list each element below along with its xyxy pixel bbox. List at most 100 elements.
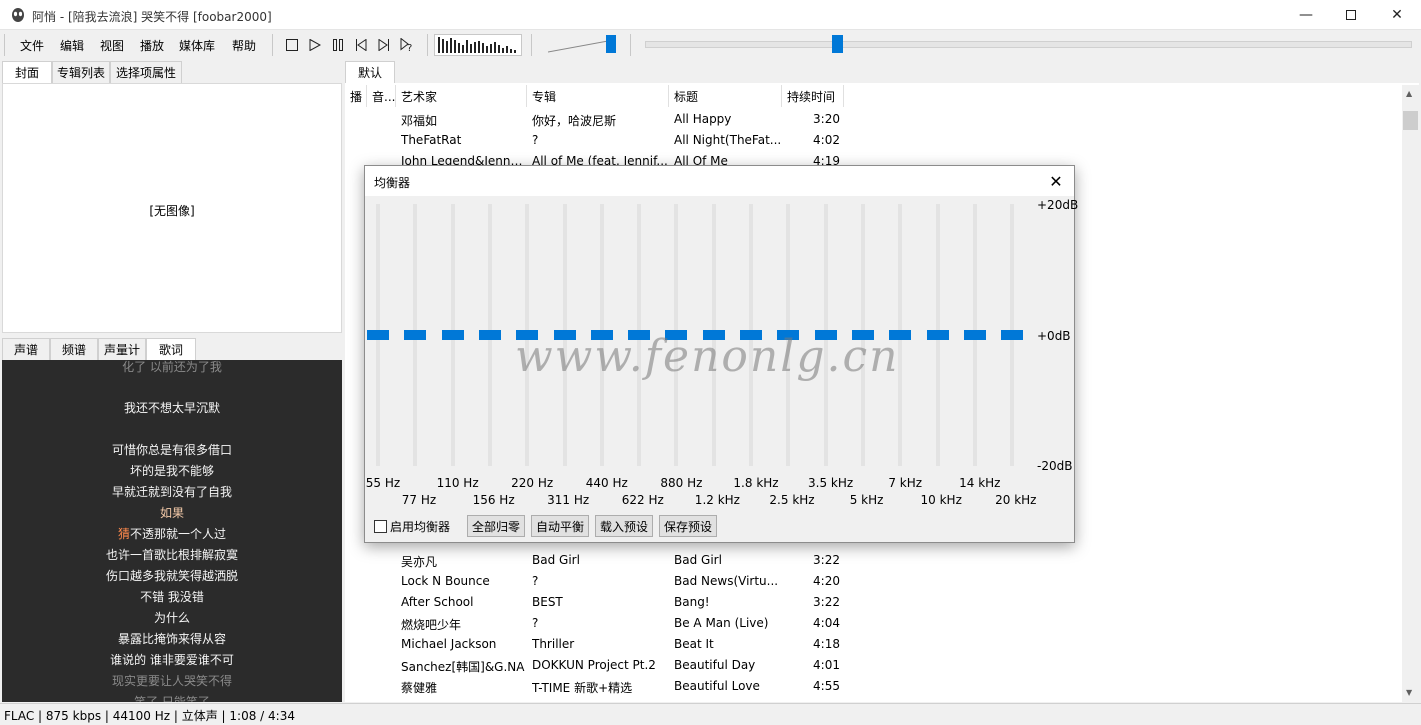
playlist-row[interactable]: 蔡健雅 T-TIME 新歌+精选 Beautiful Love 4:55 <box>345 676 1400 697</box>
menu-playback[interactable]: 播放 <box>140 37 164 54</box>
eq-band-slider[interactable] <box>963 204 986 466</box>
column-header-title[interactable]: 标题 <box>669 85 782 107</box>
tab-selection-properties[interactable]: 选择项属性 <box>110 61 182 83</box>
checkbox-box[interactable] <box>374 520 387 533</box>
visualizer-bar <box>502 48 504 53</box>
playlist-row[interactable]: Sanchez[韩国]&G.NA DOKKUN Project Pt.2 Beaut… <box>345 655 1400 676</box>
eq-slider-knob[interactable] <box>1001 330 1024 340</box>
previous-button[interactable] <box>352 36 370 54</box>
eq-band-slider[interactable] <box>1001 204 1024 466</box>
random-button[interactable]: ? <box>398 36 416 54</box>
eq-band-slider[interactable] <box>441 204 464 466</box>
column-header-playing[interactable]: 播 <box>345 85 367 107</box>
seek-bar[interactable] <box>645 41 1412 48</box>
playlist-scrollbar[interactable]: ▲ ▼ <box>1402 85 1419 702</box>
minimize-button[interactable]: — <box>1283 0 1329 30</box>
pause-button[interactable] <box>329 36 347 54</box>
eq-band-slider[interactable] <box>478 204 501 466</box>
watermark: www.fenonlg.cn <box>515 331 900 382</box>
eq-band-slider[interactable] <box>404 204 427 466</box>
playlist-row[interactable]: Lock N Bounce? Bad News(Virtu... 4:20 <box>345 571 1400 592</box>
column-header-track[interactable]: 音... <box>367 85 396 107</box>
cell-duration: 4:55 <box>813 679 840 693</box>
eq-band-slider[interactable] <box>926 204 949 466</box>
maximize-button[interactable] <box>1328 0 1374 30</box>
cell-album: ? <box>532 133 539 147</box>
eq-frequency-label: 77 Hz <box>401 493 437 507</box>
visualizer-bar <box>478 41 480 53</box>
cell-title: All Night(TheFat... <box>674 133 782 147</box>
tab-spectrogram[interactable]: 声谱 <box>2 338 50 360</box>
cell-title: Be A Man (Live) <box>674 616 769 630</box>
eq-slider-knob[interactable] <box>926 330 949 340</box>
auto-level-button[interactable]: 自动平衡 <box>531 515 590 537</box>
cell-album: ? <box>532 574 539 588</box>
foobar-app-icon <box>12 8 24 22</box>
column-header-duration[interactable]: 持续时间 <box>782 85 844 107</box>
playlist-row[interactable]: 吴亦凡 Bad Girl Bad Girl 3:22 <box>345 550 1400 571</box>
playlist-row[interactable]: 邓福如 你好，哈波尼斯 All Happy 3:20 <box>345 109 1400 130</box>
tab-spectrum[interactable]: 频谱 <box>50 338 98 360</box>
lyric-current-sung-part: 猜 <box>117 527 130 541</box>
lyric-line: 为什么 <box>153 611 190 625</box>
next-button[interactable] <box>375 36 393 54</box>
enable-equalizer-checkbox[interactable]: 启用均衡器 <box>374 518 450 535</box>
cell-title: Beautiful Day <box>674 658 756 672</box>
tab-album-list[interactable]: 专辑列表 <box>52 61 110 83</box>
play-button[interactable] <box>306 36 324 54</box>
db-max-label: +20dB <box>1037 198 1079 212</box>
tab-lyrics[interactable]: 歌词 <box>146 338 196 360</box>
cell-artist: Michael Jackson <box>401 637 497 651</box>
lyrics-panel[interactable]: 化了 以前还为了我 我还不想太早沉默 可惜你总是有很多借口 坏的是我不能够 早就… <box>2 360 342 702</box>
tab-cover[interactable]: 封面 <box>2 61 52 83</box>
close-button[interactable]: ✕ <box>1374 0 1420 30</box>
eq-slider-knob[interactable] <box>367 330 389 340</box>
playlist-row[interactable]: Michael Jackson Thriller Beat It 4:18 <box>345 634 1400 655</box>
volume-slider-thumb[interactable] <box>606 35 616 53</box>
menu-edit[interactable]: 编辑 <box>60 37 84 54</box>
save-preset-button[interactable]: 保存预设 <box>659 515 718 537</box>
eq-slider-knob[interactable] <box>441 330 464 340</box>
tab-playlist-default[interactable]: 默认 <box>345 61 395 83</box>
cell-album: Bad Girl <box>532 553 580 567</box>
seek-bar-thumb[interactable] <box>832 35 843 53</box>
playlist-row[interactable]: After School BEST Bang! 3:22 <box>345 592 1400 613</box>
lyric-line: 化了 以前还为了我 <box>122 360 222 374</box>
eq-slider-knob[interactable] <box>404 330 427 340</box>
eq-band-slider[interactable] <box>367 204 389 466</box>
menu-help[interactable]: 帮助 <box>232 37 256 54</box>
menu-file[interactable]: 文件 <box>20 37 44 54</box>
toolbar-separator <box>272 34 273 56</box>
playlist-row[interactable]: TheFatRat? All Night(TheFat... 4:02 <box>345 130 1400 151</box>
column-header-album[interactable]: 专辑 <box>527 85 669 107</box>
no-image-placeholder: [无图像] <box>149 204 195 218</box>
close-icon: ✕ <box>1391 7 1403 23</box>
equalizer-title-bar <box>365 166 1074 196</box>
menu-library[interactable]: 媒体库 <box>179 37 215 54</box>
cell-album: Thriller <box>532 637 575 651</box>
cell-artist: After School <box>401 595 474 609</box>
menu-view[interactable]: 视图 <box>100 37 124 54</box>
eq-slider-knob[interactable] <box>963 330 986 340</box>
cell-artist: TheFatRat <box>401 133 462 147</box>
scrollbar-thumb[interactable] <box>1403 111 1418 130</box>
scroll-down-icon[interactable]: ▼ <box>1406 688 1412 697</box>
column-header-artist[interactable]: 艺术家 <box>396 85 527 107</box>
cell-duration: 4:01 <box>813 658 840 672</box>
load-preset-button[interactable]: 载入预设 <box>595 515 654 537</box>
equalizer-close-button[interactable]: ✕ <box>1045 170 1067 192</box>
toolbar-separator <box>427 34 428 56</box>
playlist-row[interactable]: 燃烧吧少年? Be A Man (Live) 4:04 <box>345 613 1400 634</box>
eq-slider-knob[interactable] <box>478 330 501 340</box>
volume-slider-track[interactable] <box>548 37 608 53</box>
status-text: FLAC | 875 kbps | 44100 Hz | 立体声 | 1:08 … <box>4 709 295 723</box>
reset-all-button[interactable]: 全部归零 <box>467 515 526 537</box>
eq-frequency-label: 14 kHz <box>959 476 1001 490</box>
enable-equalizer-label: 启用均衡器 <box>390 520 451 534</box>
eq-frequency-label: 311 Hz <box>547 493 590 507</box>
tab-vu-meter[interactable]: 声量计 <box>98 338 146 360</box>
scroll-up-icon[interactable]: ▲ <box>1406 89 1412 98</box>
cell-artist: 蔡健雅 <box>401 681 438 695</box>
toolbar-separator <box>630 34 631 56</box>
stop-button[interactable] <box>283 36 301 54</box>
